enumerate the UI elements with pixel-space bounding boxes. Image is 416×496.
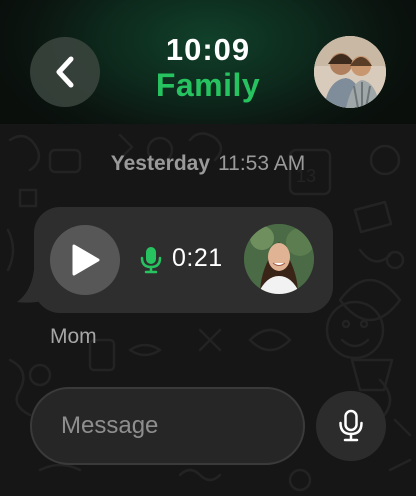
sender-avatar[interactable] <box>244 224 314 294</box>
date-time: 11:53 AM <box>218 152 306 175</box>
microphone-icon <box>339 409 363 442</box>
chat-screen: 13 10:09 Family Yesterday 11:53 AM 0:21 … <box>0 0 416 496</box>
group-photo <box>314 36 386 108</box>
sender-photo <box>244 224 314 294</box>
group-avatar[interactable] <box>314 36 386 108</box>
date-separator: Yesterday 11:53 AM <box>0 152 416 176</box>
play-icon <box>72 244 100 276</box>
voice-record-button[interactable] <box>316 391 386 461</box>
date-day: Yesterday <box>110 152 211 175</box>
play-button[interactable] <box>50 225 120 295</box>
sender-name: Mom <box>50 325 97 348</box>
message-input[interactable] <box>30 387 305 465</box>
microphone-icon <box>140 247 162 274</box>
voice-duration: 0:21 <box>172 244 223 272</box>
